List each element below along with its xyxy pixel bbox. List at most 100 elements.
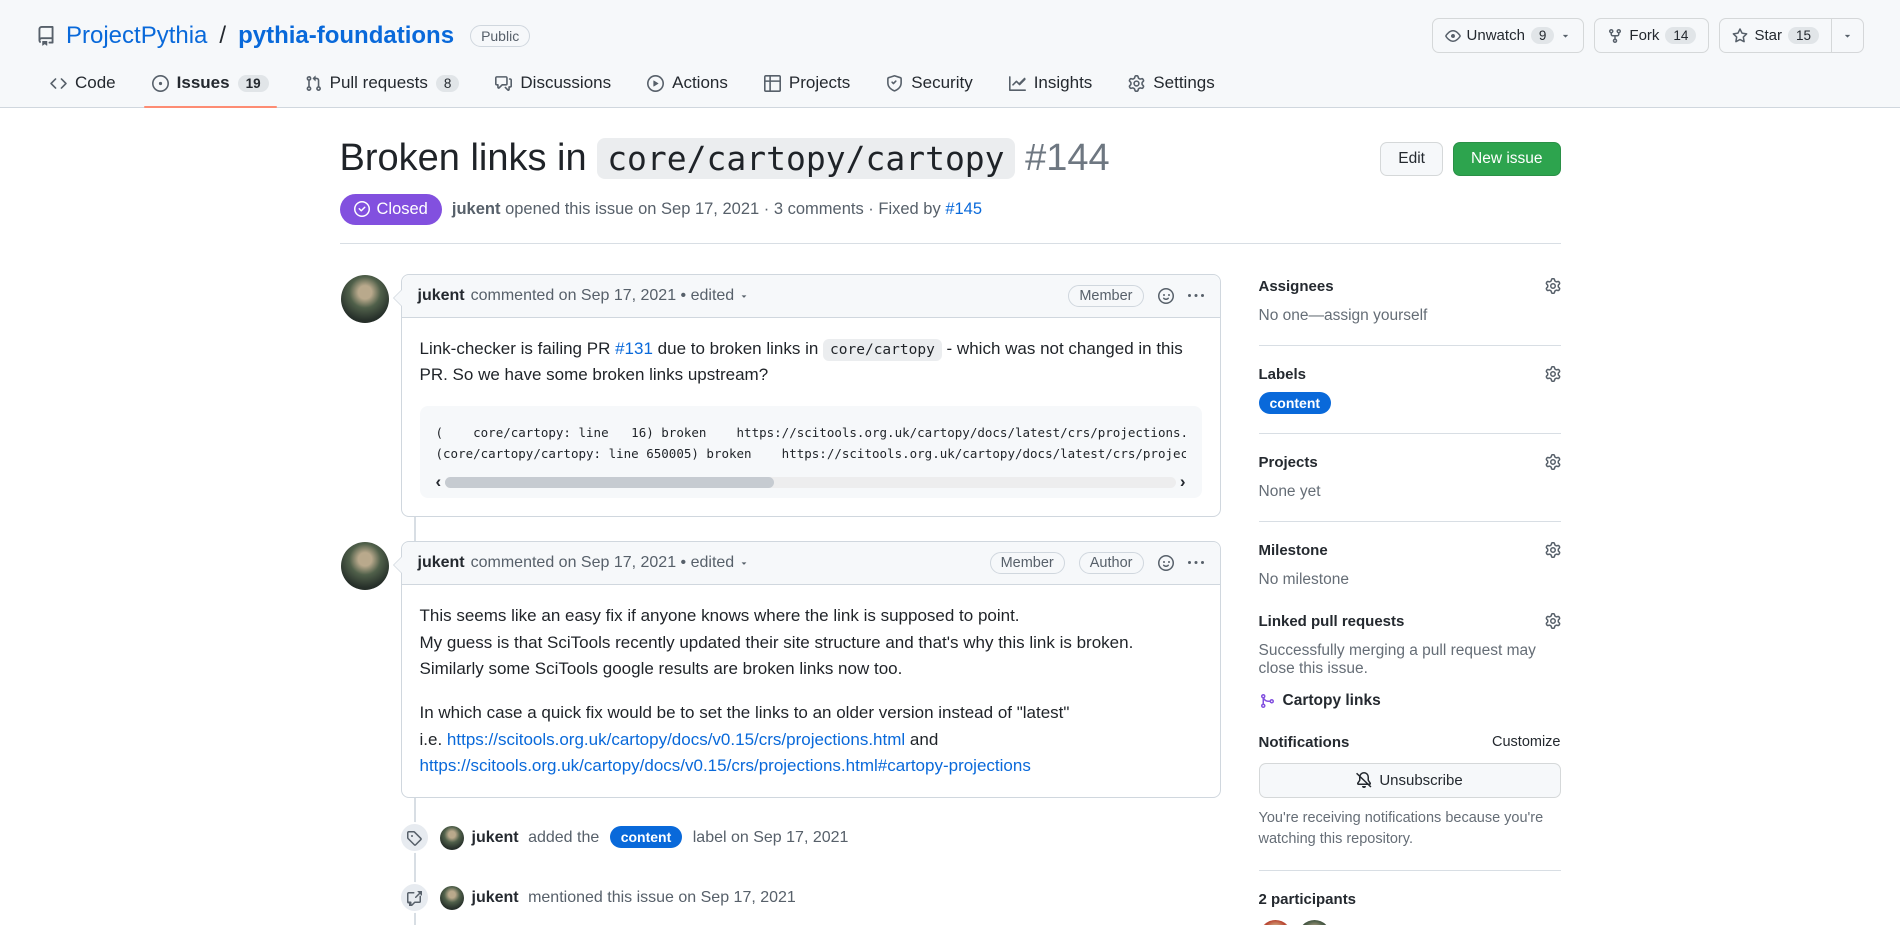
smiley-icon	[1158, 288, 1174, 304]
edited-dropdown-icon[interactable]	[739, 291, 749, 301]
fork-button[interactable]: Fork 14	[1594, 18, 1709, 53]
tab-insights[interactable]: Insights	[995, 73, 1107, 107]
avatar[interactable]	[341, 275, 389, 323]
tab-settings[interactable]: Settings	[1114, 73, 1228, 107]
tab-security[interactable]: Security	[872, 73, 986, 107]
scitools-link[interactable]: https://scitools.org.uk/cartopy/docs/v0.…	[420, 756, 1031, 775]
tab-issues[interactable]: Issues19	[138, 73, 283, 107]
issue-author-link[interactable]: jukent	[452, 200, 501, 218]
star-label: Star	[1754, 27, 1782, 44]
participant-avatar[interactable]	[1259, 920, 1292, 925]
tab-actions[interactable]: Actions	[633, 73, 742, 107]
comment-paragraph: This seems like an easy fix if anyone kn…	[420, 603, 1202, 682]
new-issue-button[interactable]: New issue	[1453, 142, 1561, 176]
kebab-icon	[1188, 288, 1204, 304]
gear-icon[interactable]	[1545, 613, 1561, 629]
reaction-button[interactable]	[1158, 288, 1174, 304]
tab-code[interactable]: Code	[36, 73, 130, 107]
star-count: 15	[1788, 27, 1819, 44]
event-author-link[interactable]: jukent	[472, 889, 519, 906]
unwatch-label: Unwatch	[1467, 27, 1525, 44]
participants-section: 2 participants	[1259, 887, 1561, 925]
pr-link[interactable]: #131	[615, 339, 653, 358]
comment-meta: commented on Sep 17, 2021 • edited	[471, 287, 735, 305]
author-badge: Author	[1079, 552, 1144, 574]
unwatch-button[interactable]: Unwatch 9	[1432, 18, 1585, 53]
horizontal-scrollbar: ‹ ›	[436, 474, 1186, 490]
gear-icon[interactable]	[1545, 366, 1561, 382]
visibility-badge: Public	[470, 25, 530, 47]
event-author-link[interactable]: jukent	[472, 829, 519, 846]
assignees-empty-text: No one—	[1259, 307, 1324, 324]
shield-icon	[886, 75, 903, 92]
content-label[interactable]: content	[610, 826, 683, 848]
reaction-button[interactable]	[1158, 555, 1174, 571]
issue-title-code: core/cartopy/cartopy	[597, 138, 1014, 179]
divider	[340, 243, 1561, 244]
repo-nav-tabs: Code Issues19 Pull requests8 Discussions…	[36, 73, 1864, 107]
avatar[interactable]	[440, 886, 464, 910]
avatar[interactable]	[440, 826, 464, 850]
projects-empty-text: None yet	[1259, 483, 1321, 500]
repo-header: ProjectPythia / pythia-foundations Publi…	[0, 0, 1900, 108]
scitools-link[interactable]: https://scitools.org.uk/cartopy/docs/v0.…	[447, 730, 905, 749]
divider	[1259, 433, 1561, 434]
star-icon	[1732, 28, 1748, 44]
tab-projects[interactable]: Projects	[750, 73, 864, 107]
kebab-menu-button[interactable]	[1188, 288, 1204, 304]
linked-pr-link[interactable]: Cartopy links	[1259, 692, 1561, 710]
gear-icon[interactable]	[1545, 278, 1561, 294]
graph-icon	[1009, 75, 1026, 92]
star-dropdown-button[interactable]	[1832, 18, 1864, 53]
kebab-icon	[1188, 555, 1204, 571]
comment-paragraph: Link-checker is failing PR #131 due to b…	[420, 336, 1202, 389]
star-button[interactable]: Star 15	[1719, 18, 1832, 53]
kebab-menu-button[interactable]	[1188, 555, 1204, 571]
avatar[interactable]	[341, 542, 389, 590]
comment-meta: commented on Sep 17, 2021 • edited	[471, 554, 735, 572]
comment: jukent commented on Sep 17, 2021 • edite…	[401, 541, 1221, 798]
discussions-icon	[495, 75, 512, 92]
tab-discussions[interactable]: Discussions	[481, 73, 625, 107]
issue-title: Broken links in core/cartopy/cartopy #14…	[340, 136, 1110, 182]
assign-yourself-link[interactable]: assign yourself	[1324, 307, 1427, 324]
unwatch-count: 9	[1531, 27, 1555, 44]
fork-count: 14	[1665, 27, 1696, 44]
issue-closed-icon	[354, 201, 370, 217]
scrollbar-track[interactable]	[445, 477, 1176, 488]
unsubscribe-button[interactable]: Unsubscribe	[1259, 763, 1561, 798]
issue-opened-icon	[152, 75, 169, 92]
fixed-by-link[interactable]: #145	[945, 200, 982, 218]
bell-slash-icon	[1356, 772, 1372, 788]
code-icon	[50, 75, 67, 92]
scroll-left-arrow[interactable]: ‹	[436, 475, 442, 489]
fork-icon	[1607, 28, 1623, 44]
git-merge-icon	[1259, 693, 1275, 709]
comment-author-link[interactable]: jukent	[418, 287, 465, 305]
scroll-right-arrow[interactable]: ›	[1180, 475, 1186, 489]
eye-icon	[1445, 28, 1461, 44]
member-badge: Member	[990, 552, 1065, 574]
gear-icon[interactable]	[1545, 542, 1561, 558]
repo-owner-link[interactable]: ProjectPythia	[66, 22, 207, 50]
content-label[interactable]: content	[1259, 392, 1332, 414]
edit-button[interactable]: Edit	[1380, 142, 1443, 176]
issue-opened-text: opened this issue on Sep 17, 2021 · 3 co…	[505, 200, 941, 218]
issue-number: #144	[1025, 137, 1110, 179]
participant-avatar[interactable]	[1298, 920, 1331, 925]
tab-pull-requests[interactable]: Pull requests8	[291, 73, 474, 107]
issues-count: 19	[238, 75, 269, 92]
cross-reference-icon	[399, 882, 430, 913]
labels-section: Labels content	[1259, 362, 1561, 431]
comment-author-link[interactable]: jukent	[418, 554, 465, 572]
issue-state-badge: Closed	[340, 194, 442, 225]
projects-section: Projects None yet	[1259, 450, 1561, 519]
code-block: ( core/cartopy: line 16) broken https://…	[420, 406, 1202, 498]
gear-icon[interactable]	[1545, 454, 1561, 470]
scrollbar-thumb[interactable]	[445, 477, 774, 488]
tag-icon	[399, 822, 430, 853]
edited-dropdown-icon[interactable]	[739, 558, 749, 568]
repo-name-link[interactable]: pythia-foundations	[238, 22, 454, 50]
play-circle-icon	[647, 75, 664, 92]
customize-link[interactable]: Customize	[1492, 734, 1561, 750]
